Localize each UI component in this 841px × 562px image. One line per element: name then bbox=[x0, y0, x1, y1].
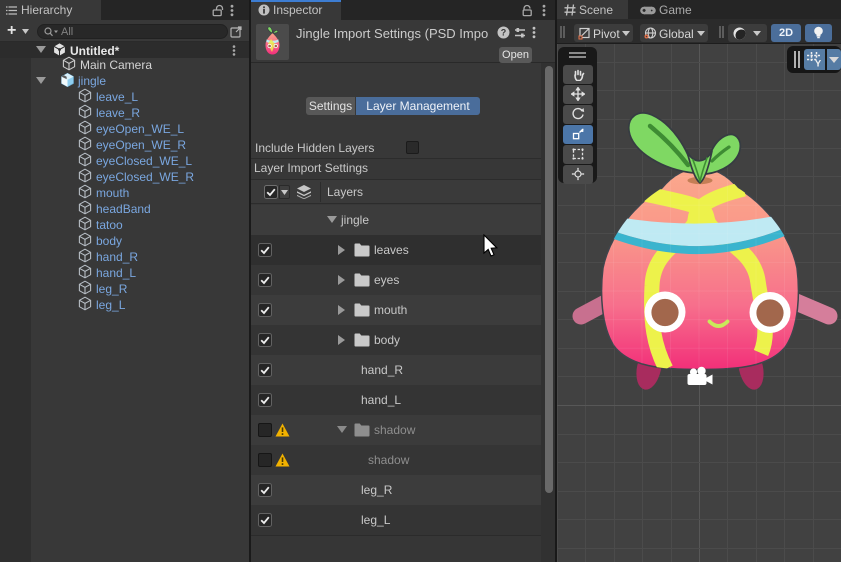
svg-text:?: ? bbox=[501, 28, 507, 38]
svg-text:Y: Y bbox=[815, 59, 822, 69]
